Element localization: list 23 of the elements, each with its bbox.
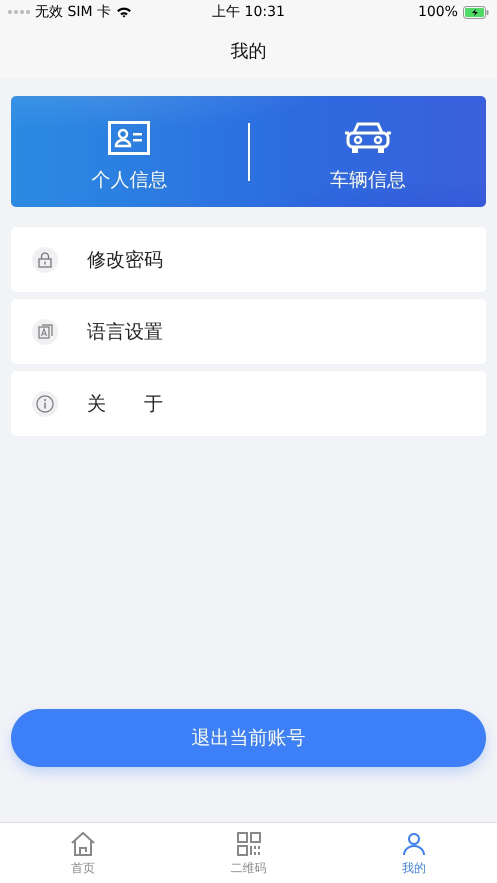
menu-item[interactable]: 语言设置 bbox=[11, 299, 486, 364]
info-icon bbox=[36, 394, 54, 412]
carrier-text: 无效 SIM 卡 bbox=[35, 3, 111, 21]
battery-text: 100% bbox=[418, 4, 458, 20]
signal-icon bbox=[8, 10, 30, 14]
clock-text: 上午 10:31 bbox=[212, 3, 285, 21]
qr-code-icon bbox=[234, 830, 262, 858]
logout-button[interactable]: 退出当前账号 bbox=[11, 709, 486, 767]
letter-a-icon bbox=[38, 324, 52, 339]
tab[interactable]: 我的 bbox=[331, 823, 497, 883]
banner-item[interactable]: 车辆信息 bbox=[250, 110, 486, 192]
wifi-icon bbox=[116, 6, 132, 18]
menu-item[interactable]: 关 于 bbox=[11, 371, 486, 436]
menu-item[interactable]: 修改密码 bbox=[11, 227, 486, 292]
id-card-icon bbox=[108, 120, 150, 154]
page-title: 我的 bbox=[230, 40, 266, 63]
banner-item[interactable]: 个人信息 bbox=[11, 110, 248, 192]
lock-icon bbox=[38, 252, 52, 268]
tab[interactable]: 二维码 bbox=[166, 823, 332, 883]
battery-icon bbox=[462, 6, 489, 18]
car-icon bbox=[344, 120, 391, 154]
home-icon bbox=[68, 830, 97, 858]
tab[interactable]: 首页 bbox=[0, 823, 166, 883]
